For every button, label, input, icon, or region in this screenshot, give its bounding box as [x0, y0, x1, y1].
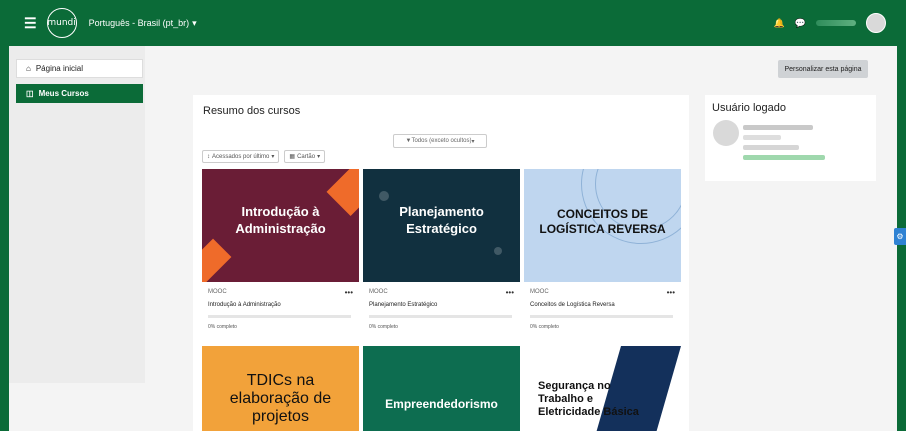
course-overview-panel: Resumo dos cursos ▼ Todos (exceto oculto…	[193, 95, 689, 431]
sort-view-controls: ↕ Acessados por último ▾ ▦ Cartão ▾	[202, 150, 326, 163]
progress-bar	[208, 315, 351, 318]
course-banner[interactable]: Segurança no Trabalho e Eletricidade Bás…	[524, 346, 681, 431]
course-category: MOOC	[208, 289, 227, 295]
banner-decoration	[202, 238, 232, 282]
view-label: Cartão	[297, 153, 316, 160]
bell-icon[interactable]: 🔔	[774, 18, 785, 29]
course-banner[interactable]: Planejamento Estratégico	[363, 169, 520, 282]
logo-text: mundi	[47, 18, 76, 28]
more-options-icon[interactable]: •••	[667, 288, 675, 297]
banner-decoration	[379, 191, 389, 201]
courses-icon: ◫	[26, 89, 34, 98]
view-dropdown[interactable]: ▦ Cartão ▾	[284, 150, 326, 163]
chevron-down-icon: ▾	[317, 154, 321, 160]
language-label: Português - Brasil (pt_br)	[88, 18, 190, 28]
more-options-icon[interactable]: •••	[506, 288, 514, 297]
progress-label: 0% completo	[369, 324, 398, 330]
nav-my-courses[interactable]: ◫ Meus Cursos	[16, 84, 143, 103]
course-name[interactable]: Conceitos de Logística Reversa	[530, 302, 615, 308]
course-banner-text: TDICs na elaboração de projetos	[229, 372, 332, 425]
course-name[interactable]: Planejamento Estratégico	[369, 302, 437, 308]
course-banner[interactable]: Introdução à Administração	[202, 169, 359, 282]
sort-icon: ↕	[207, 153, 210, 160]
mundi-logo[interactable]: mundi	[46, 8, 77, 38]
banner-decoration	[494, 247, 502, 255]
course-card[interactable]: Segurança no Trabalho e Eletricidade Bás…	[524, 346, 681, 431]
course-banner-text: CONCEITOS DE LOGÍSTICA REVERSA	[539, 207, 666, 236]
progress-bar	[369, 315, 512, 318]
top-navbar: ☰ mundi Português - Brasil (pt_br) ▾ 🔔 💬	[0, 0, 906, 46]
nav-home[interactable]: ⌂ Página inicial	[16, 59, 143, 78]
course-card[interactable]: Planejamento Estratégico MOOC ••• Planej…	[363, 169, 520, 339]
course-banner[interactable]: CONCEITOS DE LOGÍSTICA REVERSA	[524, 169, 681, 282]
hamburger-icon[interactable]: ☰	[24, 15, 37, 32]
course-filter-dropdown[interactable]: ▼ Todos (exceto ocultos) ▾	[393, 134, 487, 148]
user-avatar-icon[interactable]	[713, 120, 739, 146]
course-name[interactable]: Introdução à Administração	[208, 302, 281, 308]
course-card[interactable]: Empreendedorismo	[363, 346, 520, 431]
filter-label: Todos (exceto ocultos)	[411, 138, 472, 144]
left-drawer: ⌂ Página inicial ◫ Meus Cursos	[9, 46, 145, 383]
course-card[interactable]: Introdução à Administração MOOC ••• Intr…	[202, 169, 359, 339]
logged-user-panel: Usuário logado	[705, 95, 876, 181]
course-card[interactable]: TDICs na elaboração de projetos	[202, 346, 359, 431]
progress-label: 0% completo	[208, 324, 237, 330]
course-banner-text: Empreendedorismo	[385, 397, 498, 411]
course-overview-title: Resumo dos cursos	[203, 105, 301, 117]
sort-label: Acessados por último	[212, 153, 270, 160]
chat-icon[interactable]: 💬	[795, 18, 806, 29]
customize-page-button[interactable]: Personalizar esta página	[778, 60, 868, 78]
course-banner[interactable]: TDICs na elaboração de projetos	[202, 346, 359, 431]
nav-courses-label: Meus Cursos	[38, 89, 89, 98]
user-avatar-icon[interactable]	[866, 13, 886, 33]
language-menu[interactable]: Português - Brasil (pt_br) ▾	[89, 18, 197, 29]
progress-bar	[530, 315, 673, 318]
accessibility-icon[interactable]: ⚙	[894, 228, 906, 245]
username-blurred[interactable]	[816, 20, 856, 26]
course-category: MOOC	[530, 289, 549, 295]
course-banner-text: Planejamento Estratégico	[399, 204, 484, 236]
course-banner-text: Introdução à Administração	[235, 204, 326, 236]
chevron-down-icon: ▾	[271, 154, 275, 160]
course-category: MOOC	[369, 289, 388, 295]
grid-icon: ▦	[289, 154, 296, 160]
course-banner[interactable]: Empreendedorismo	[363, 346, 520, 431]
progress-label: 0% completo	[530, 324, 559, 330]
nav-home-label: Página inicial	[35, 64, 83, 73]
course-card[interactable]: CONCEITOS DE LOGÍSTICA REVERSA MOOC ••• …	[524, 169, 681, 339]
chevron-down-icon: ▾	[471, 138, 475, 145]
user-details-blurred	[743, 125, 825, 165]
chevron-down-icon: ▾	[192, 17, 197, 28]
course-banner-text: Segurança no Trabalho e Eletricidade Bás…	[538, 380, 639, 418]
sort-dropdown[interactable]: ↕ Acessados por último ▾	[202, 150, 280, 163]
home-icon: ⌂	[26, 64, 31, 73]
logged-user-title: Usuário logado	[712, 102, 786, 114]
more-options-icon[interactable]: •••	[345, 288, 353, 297]
